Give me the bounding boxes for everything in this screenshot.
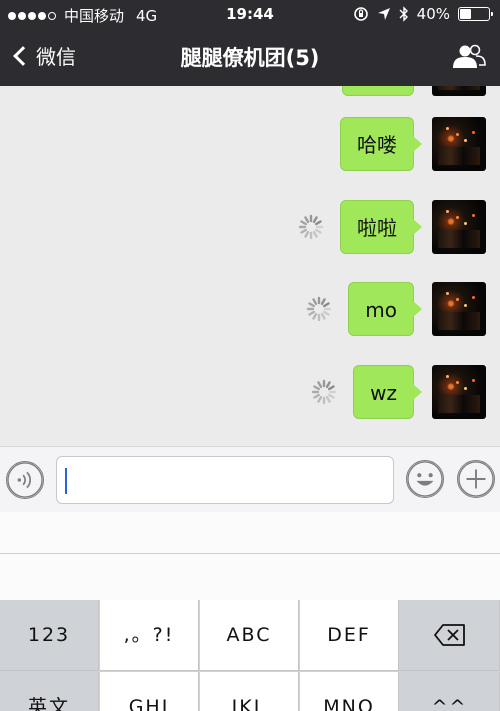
key-abc[interactable]: ABC: [200, 600, 299, 671]
message-input[interactable]: [56, 456, 394, 504]
battery-percent: 40%: [416, 5, 450, 23]
input-bar: [0, 446, 500, 512]
status-right: 40%: [353, 5, 493, 23]
voice-icon[interactable]: [6, 461, 44, 499]
sending-spinner-icon: [311, 379, 337, 405]
avatar[interactable]: [432, 117, 486, 171]
message-row: 哈喽: [340, 117, 486, 171]
delete-icon: [433, 624, 465, 646]
chat-title: 腿腿僚机团(5): [180, 46, 320, 70]
avatar[interactable]: [432, 200, 486, 254]
chat-area[interactable]: 哈喽 啦啦 mo wz: [0, 86, 500, 446]
message-bubble-partial[interactable]: [342, 86, 414, 96]
text-caret: [65, 468, 67, 494]
sending-spinner-icon: [307, 296, 332, 322]
top-bar: 中国移动 4G 19:44 40% 微信 腿腿僚机团(5): [0, 0, 500, 86]
candidate-bar[interactable]: [0, 512, 500, 554]
message-bubble[interactable]: wz: [353, 365, 422, 419]
key-mno[interactable]: MNO: [300, 672, 399, 711]
candidate-area[interactable]: [0, 554, 500, 600]
sending-spinner-icon: [298, 214, 324, 240]
avatar[interactable]: [432, 86, 486, 96]
message-bubble[interactable]: mo: [348, 282, 422, 336]
status-bar: 中国移动 4G 19:44 40%: [0, 0, 500, 28]
message-bubble[interactable]: 哈喽: [340, 117, 422, 171]
battery-icon: [458, 7, 493, 21]
key-emoticon[interactable]: ^^: [400, 672, 500, 711]
location-icon: [377, 8, 390, 20]
message-row-partial: [342, 86, 486, 96]
key-def[interactable]: DEF: [300, 600, 399, 671]
keyboard: 123 ,。?! ABC DEF 英文 GHI JKL MNO ^^: [0, 600, 500, 711]
plus-icon[interactable]: [457, 460, 495, 498]
message-row: wz: [311, 365, 486, 419]
delete-key[interactable]: [400, 600, 500, 671]
group-members-icon[interactable]: [452, 43, 486, 69]
emoji-icon[interactable]: [406, 460, 444, 498]
key-jkl[interactable]: JKL: [200, 672, 299, 711]
nav-bar: 微信 腿腿僚机团(5): [0, 28, 500, 86]
key-punctuation[interactable]: ,。?!: [100, 600, 199, 671]
message-bubble[interactable]: 啦啦: [340, 200, 422, 254]
key-ghi[interactable]: GHI: [100, 672, 199, 711]
key-123[interactable]: 123: [0, 600, 99, 671]
key-english[interactable]: 英文: [0, 672, 99, 711]
avatar[interactable]: [432, 365, 486, 419]
message-row: mo: [306, 282, 486, 336]
bluetooth-icon: [399, 6, 408, 22]
avatar[interactable]: [432, 282, 486, 336]
message-row: 啦啦: [298, 200, 486, 254]
rotation-lock-icon: [353, 7, 368, 21]
